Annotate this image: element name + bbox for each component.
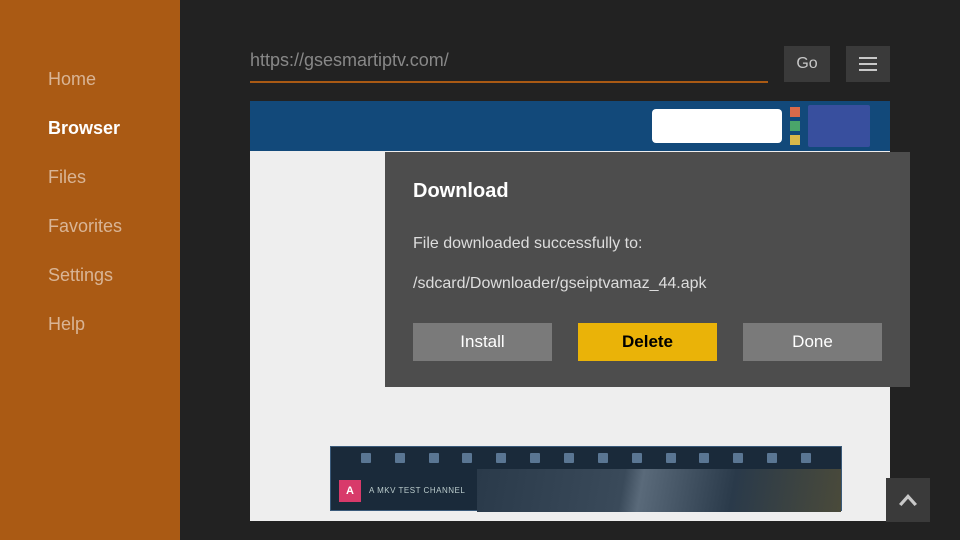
main-area: Go A A MKV TEST CHANNEL [180, 0, 960, 540]
player-toolbar [331, 447, 841, 469]
hamburger-icon [859, 57, 877, 71]
install-button[interactable]: Install [413, 323, 552, 361]
sidebar-item-help[interactable]: Help [0, 300, 180, 349]
sidebar-item-home[interactable]: Home [0, 55, 180, 104]
video-player-preview: A A MKV TEST CHANNEL [330, 446, 842, 511]
sidebar: Home Browser Files Favorites Settings He… [0, 0, 180, 540]
player-video-frame [477, 469, 841, 512]
url-input[interactable] [250, 44, 768, 83]
go-button[interactable]: Go [784, 46, 830, 82]
done-button[interactable]: Done [743, 323, 882, 361]
scroll-to-top-button[interactable] [886, 478, 930, 522]
dialog-button-row: Install Delete Done [413, 323, 882, 361]
chevron-up-icon [899, 494, 917, 506]
channel-name: A MKV TEST CHANNEL [369, 486, 465, 495]
sidebar-item-settings[interactable]: Settings [0, 251, 180, 300]
sidebar-item-files[interactable]: Files [0, 153, 180, 202]
delete-button[interactable]: Delete [578, 323, 717, 361]
channel-badge: A [339, 480, 361, 502]
sidebar-item-browser[interactable]: Browser [0, 104, 180, 153]
url-bar: Go [180, 0, 960, 83]
dialog-title: Download [413, 180, 882, 203]
dialog-file-path: /sdcard/Downloader/gseiptvamaz_44.apk [413, 275, 882, 293]
page-hero-banner [250, 101, 890, 151]
download-dialog: Download File downloaded successfully to… [385, 152, 910, 387]
banner-status-dots [790, 107, 800, 145]
menu-button[interactable] [846, 46, 890, 82]
dialog-message: File downloaded successfully to: [413, 235, 882, 253]
banner-device-mock [652, 109, 782, 143]
banner-thumbnail [808, 105, 870, 147]
sidebar-item-favorites[interactable]: Favorites [0, 202, 180, 251]
